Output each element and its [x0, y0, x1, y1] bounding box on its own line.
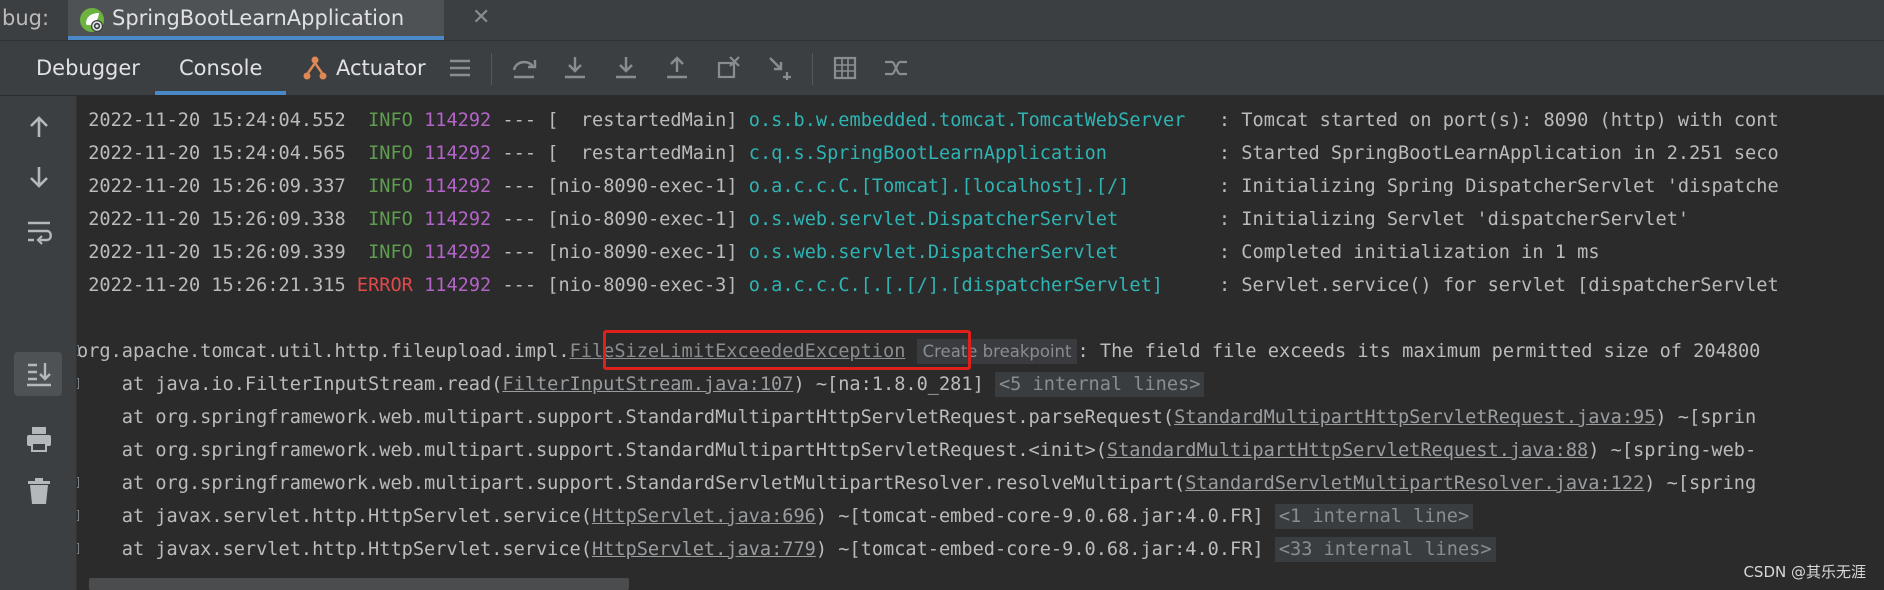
- active-tab-indicator: [155, 91, 287, 95]
- step-over-icon[interactable]: [508, 52, 540, 84]
- scroll-up-icon[interactable]: [22, 110, 56, 144]
- scroll-to-end-icon[interactable]: [22, 357, 56, 391]
- log-line: 2022-11-20 15:26:09.339 INFO 114292 --- …: [88, 242, 1600, 263]
- stack-frame: at org.springframework.web.multipart.sup…: [77, 467, 1756, 500]
- print-icon[interactable]: [22, 422, 56, 456]
- tab-debugger-label: Debugger: [36, 56, 140, 80]
- source-link[interactable]: StandardMultipartHttpServletRequest.java…: [1174, 407, 1655, 428]
- run-tab-title: SpringBootLearnApplication: [112, 6, 405, 30]
- internal-lines-chip[interactable]: <33 internal lines>: [1274, 537, 1496, 562]
- tab-actuator-label: Actuator: [336, 56, 426, 80]
- horizontal-scrollbar[interactable]: [89, 578, 629, 590]
- step-out-icon[interactable]: [661, 52, 693, 84]
- tab-console-label: Console: [179, 56, 263, 80]
- run-to-cursor-icon[interactable]: [763, 52, 795, 84]
- run-tab-bar: bug: SpringBootLearnApplication ✕: [0, 0, 1884, 41]
- fold-toggle-icon[interactable]: [77, 345, 79, 356]
- source-link[interactable]: StandardServletMultipartResolver.java:12…: [1185, 473, 1644, 494]
- fold-toggle-icon[interactable]: [77, 378, 79, 389]
- trace-icon[interactable]: [880, 52, 912, 84]
- console-output[interactable]: 2022-11-20 15:24:04.552 INFO 114292 --- …: [77, 96, 1884, 590]
- debug-label: bug:: [2, 6, 50, 30]
- internal-lines-chip[interactable]: <1 internal line>: [1274, 504, 1474, 529]
- tab-console[interactable]: Console: [155, 41, 287, 95]
- source-link[interactable]: HttpServlet.java:696: [592, 506, 816, 527]
- run-tab-spring-boot-learn-application[interactable]: SpringBootLearnApplication ✕: [68, 0, 490, 40]
- toolbar-separator: [491, 53, 492, 85]
- console-side-toolbar: [0, 96, 77, 590]
- fold-toggle-icon[interactable]: [77, 477, 79, 488]
- actuator-icon: [303, 56, 327, 80]
- stack-frame: at java.io.FilterInputStream.read(Filter…: [77, 368, 1205, 401]
- spring-boot-icon: [80, 8, 104, 32]
- source-link[interactable]: FilterInputStream.java:107: [502, 374, 793, 395]
- log-line: 2022-11-20 15:24:04.552 INFO 114292 --- …: [88, 110, 1779, 131]
- step-into-icon[interactable]: [559, 52, 591, 84]
- fold-toggle-icon[interactable]: [77, 543, 79, 554]
- stack-frame: at javax.servlet.http.HttpServlet.servic…: [77, 533, 1496, 566]
- scroll-down-icon[interactable]: [22, 160, 56, 194]
- evaluate-icon[interactable]: [829, 52, 861, 84]
- log-line: 2022-11-20 15:24:04.565 INFO 114292 --- …: [88, 143, 1779, 164]
- tab-debugger[interactable]: Debugger: [36, 41, 140, 95]
- fold-toggle-icon[interactable]: [77, 510, 79, 521]
- active-tab-indicator: [68, 36, 444, 40]
- source-link[interactable]: StandardMultipartHttpServletRequest.java…: [1107, 440, 1588, 461]
- stack-frame: at javax.servlet.http.HttpServlet.servic…: [77, 500, 1474, 533]
- log-line: 2022-11-20 15:26:09.338 INFO 114292 --- …: [88, 209, 1690, 230]
- soft-wrap-icon[interactable]: [22, 214, 56, 248]
- stack-frame: at org.springframework.web.multipart.sup…: [77, 440, 1757, 461]
- list-icon[interactable]: [444, 52, 476, 84]
- clear-icon[interactable]: [22, 474, 56, 508]
- close-icon[interactable]: ✕: [472, 0, 490, 36]
- drop-frame-icon[interactable]: [712, 52, 744, 84]
- internal-lines-chip[interactable]: <5 internal lines>: [994, 372, 1205, 397]
- force-step-into-icon[interactable]: [610, 52, 642, 84]
- log-line: 2022-11-20 15:26:09.337 INFO 114292 --- …: [88, 176, 1779, 197]
- tab-actuator[interactable]: Actuator: [300, 41, 426, 95]
- log-line-error: 2022-11-20 15:26:21.315 ERROR 114292 ---…: [88, 275, 1779, 296]
- debug-toolbar: Debugger Console Actuator: [0, 41, 1884, 96]
- stack-frame: at org.springframework.web.multipart.sup…: [77, 407, 1757, 428]
- watermark: CSDN @其乐无涯: [1743, 563, 1866, 581]
- exception-highlight-box: [603, 330, 971, 370]
- toolbar-separator: [812, 53, 813, 85]
- source-link[interactable]: HttpServlet.java:779: [592, 539, 816, 560]
